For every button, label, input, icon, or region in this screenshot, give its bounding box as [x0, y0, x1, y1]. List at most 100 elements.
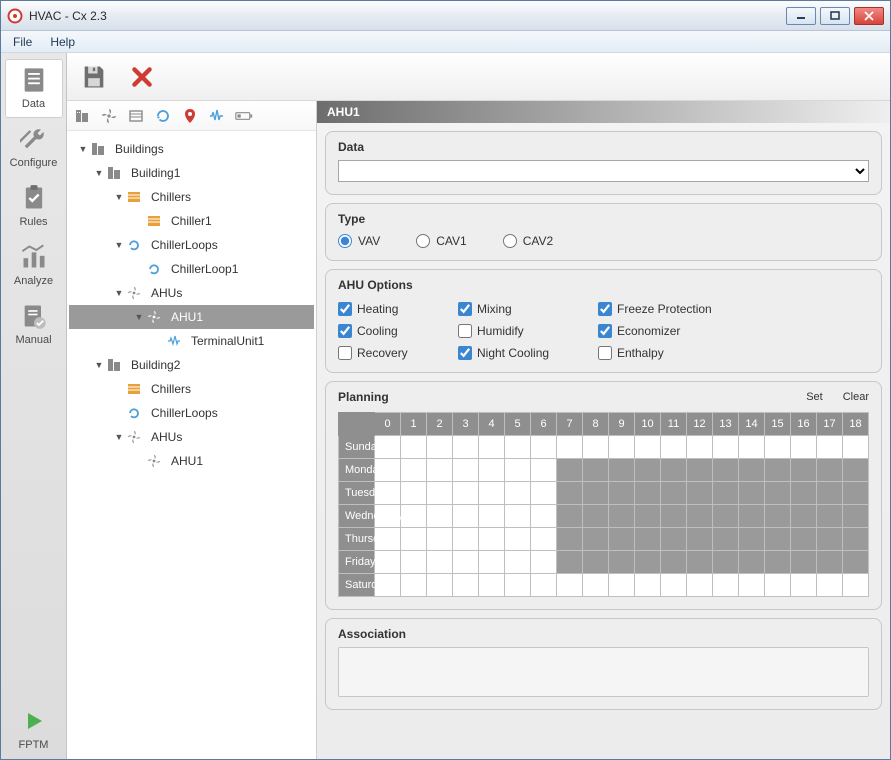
sched-cell[interactable] — [791, 551, 817, 574]
radio-vav[interactable]: VAV — [338, 234, 380, 248]
sched-cell[interactable] — [375, 551, 401, 574]
sched-cell[interactable] — [609, 528, 635, 551]
radio-cav2[interactable]: CAV2 — [503, 234, 553, 248]
battery-icon[interactable] — [235, 107, 253, 125]
sched-cell[interactable] — [661, 459, 687, 482]
opt-enthalpy[interactable]: Enthalpy — [598, 346, 758, 360]
nav-rules[interactable]: Rules — [5, 177, 63, 236]
sched-cell[interactable] — [713, 459, 739, 482]
sched-cell[interactable] — [609, 505, 635, 528]
chevron-down-icon[interactable]: ▼ — [113, 432, 125, 442]
sched-cell[interactable] — [635, 574, 661, 597]
sched-cell[interactable] — [843, 528, 869, 551]
sched-cell[interactable] — [739, 528, 765, 551]
sched-cell[interactable] — [479, 505, 505, 528]
sched-cell[interactable] — [765, 551, 791, 574]
sched-cell[interactable] — [661, 574, 687, 597]
sched-cell[interactable] — [687, 436, 713, 459]
sched-cell[interactable] — [583, 528, 609, 551]
sched-cell[interactable] — [713, 436, 739, 459]
nav-data[interactable]: Data — [5, 59, 63, 118]
sched-cell[interactable] — [687, 551, 713, 574]
sched-cell[interactable] — [557, 459, 583, 482]
planning-clear[interactable]: Clear — [843, 391, 869, 403]
chevron-down-icon[interactable]: ▼ — [77, 144, 89, 154]
sched-cell[interactable] — [635, 528, 661, 551]
sched-cell[interactable] — [713, 574, 739, 597]
delete-button[interactable] — [127, 62, 157, 92]
nav-manual[interactable]: Manual — [5, 295, 63, 354]
tree-node-chillerloop1[interactable]: ChillerLoop1 — [69, 257, 314, 281]
sched-cell[interactable] — [453, 436, 479, 459]
tree-node-ahus[interactable]: ▼AHUs — [69, 281, 314, 305]
tree-node-chillers[interactable]: ▼Chillers — [69, 185, 314, 209]
sched-cell[interactable] — [843, 436, 869, 459]
sched-cell[interactable] — [505, 505, 531, 528]
sched-cell[interactable] — [817, 436, 843, 459]
sched-cell[interactable] — [401, 528, 427, 551]
sched-cell[interactable] — [635, 505, 661, 528]
tree-node-building1[interactable]: ▼Building1 — [69, 161, 314, 185]
sched-cell[interactable] — [453, 574, 479, 597]
save-button[interactable] — [79, 62, 109, 92]
sched-cell[interactable] — [843, 482, 869, 505]
sched-cell[interactable] — [661, 528, 687, 551]
tree-node-b2-loops[interactable]: ChillerLoops — [69, 401, 314, 425]
sched-cell[interactable] — [479, 482, 505, 505]
sched-cell[interactable] — [401, 551, 427, 574]
sched-cell[interactable] — [739, 574, 765, 597]
chiller-icon[interactable] — [127, 107, 145, 125]
sched-cell[interactable] — [817, 482, 843, 505]
nav-fptm[interactable]: FPTM — [5, 700, 63, 759]
sched-cell[interactable] — [661, 551, 687, 574]
sched-cell[interactable] — [427, 436, 453, 459]
chevron-down-icon[interactable]: ▼ — [113, 192, 125, 202]
sched-cell[interactable] — [505, 528, 531, 551]
sched-cell[interactable] — [791, 574, 817, 597]
sched-cell[interactable] — [739, 505, 765, 528]
sched-cell[interactable] — [479, 551, 505, 574]
chevron-down-icon[interactable]: ▼ — [113, 288, 125, 298]
opt-humidify[interactable]: Humidify — [458, 324, 588, 338]
menu-file[interactable]: File — [5, 33, 40, 51]
sched-cell[interactable] — [531, 482, 557, 505]
sched-cell[interactable] — [427, 574, 453, 597]
sched-cell[interactable] — [557, 482, 583, 505]
sched-cell[interactable] — [427, 482, 453, 505]
planning-set[interactable]: Set — [806, 391, 823, 403]
sched-cell[interactable] — [505, 551, 531, 574]
sched-cell[interactable] — [687, 528, 713, 551]
sched-cell[interactable] — [817, 459, 843, 482]
sched-cell[interactable] — [687, 482, 713, 505]
sched-cell[interactable] — [661, 482, 687, 505]
sched-cell[interactable] — [531, 574, 557, 597]
close-button[interactable] — [854, 7, 884, 25]
sched-cell[interactable] — [479, 528, 505, 551]
chevron-down-icon[interactable]: ▼ — [93, 168, 105, 178]
chevron-down-icon[interactable]: ▼ — [133, 312, 145, 322]
sched-cell[interactable] — [635, 551, 661, 574]
sched-cell[interactable] — [765, 436, 791, 459]
sched-cell[interactable] — [609, 551, 635, 574]
sched-cell[interactable] — [687, 574, 713, 597]
sched-cell[interactable] — [765, 574, 791, 597]
sched-cell[interactable] — [843, 574, 869, 597]
opt-freeze[interactable]: Freeze Protection — [598, 302, 758, 316]
fan-icon[interactable] — [100, 107, 118, 125]
sched-cell[interactable] — [453, 482, 479, 505]
sched-cell[interactable] — [765, 505, 791, 528]
tree-node-chillerloops[interactable]: ▼ChillerLoops — [69, 233, 314, 257]
loop-icon[interactable] — [154, 107, 172, 125]
tree-node-b2-ahus[interactable]: ▼AHUs — [69, 425, 314, 449]
tree-node-b2-chillers[interactable]: Chillers — [69, 377, 314, 401]
sched-cell[interactable] — [427, 459, 453, 482]
opt-heating[interactable]: Heating — [338, 302, 448, 316]
minimize-button[interactable] — [786, 7, 816, 25]
sched-cell[interactable] — [531, 551, 557, 574]
sched-cell[interactable] — [713, 482, 739, 505]
nav-configure[interactable]: Configure — [5, 118, 63, 177]
building-icon[interactable] — [73, 107, 91, 125]
tree[interactable]: ▼Buildings ▼Building1 ▼Chillers Chiller1… — [67, 131, 316, 759]
sched-cell[interactable] — [557, 574, 583, 597]
tree-node-building2[interactable]: ▼Building2 — [69, 353, 314, 377]
